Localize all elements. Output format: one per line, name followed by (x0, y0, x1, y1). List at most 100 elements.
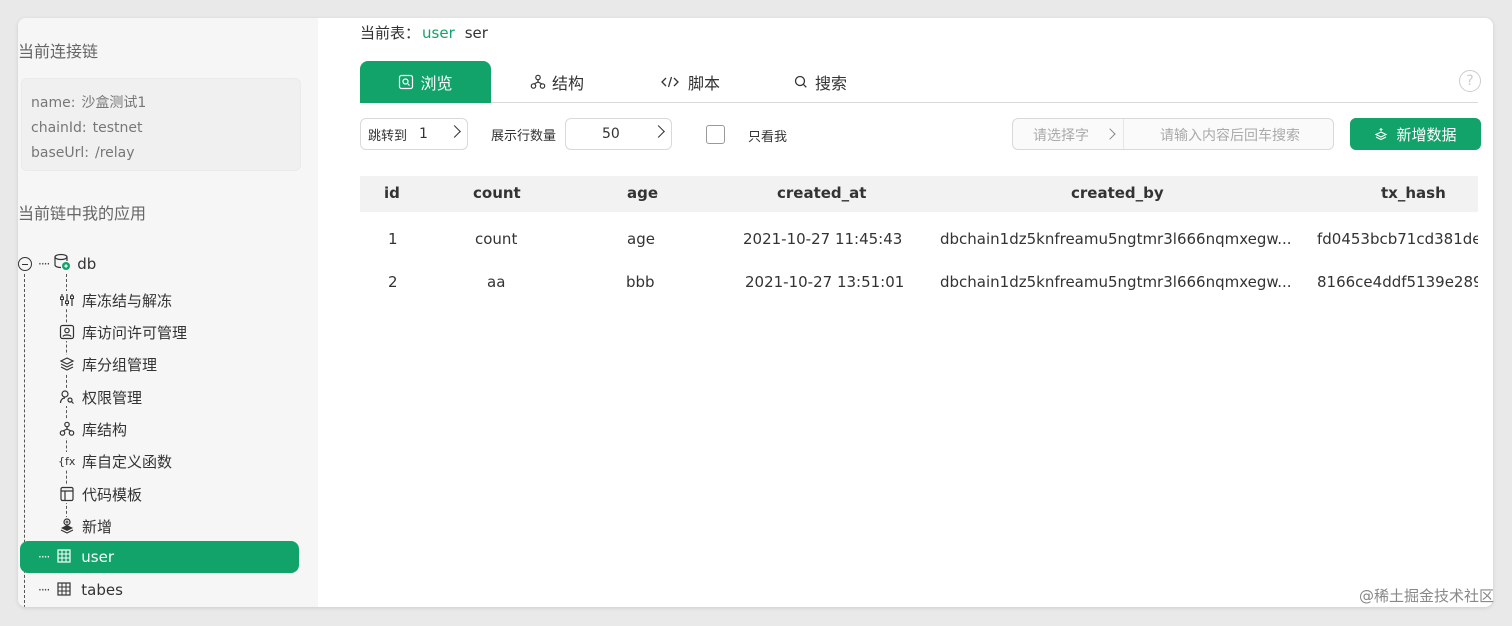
add-data-icon (1374, 127, 1388, 141)
svg-text:{fx}: {fx} (58, 455, 76, 468)
connection-label: 当前连接链 (18, 42, 99, 61)
template-icon (58, 485, 76, 503)
conn-baseurl: baseUrl:/relay (31, 145, 135, 161)
tree-node-db[interactable]: ···· db (18, 253, 97, 275)
table-cell: dbchain1dz5knfreamu5ngtmr3l666nqmxegw... (940, 230, 1292, 248)
table-icon (57, 549, 73, 565)
table-cell: age (627, 230, 655, 248)
column-header[interactable]: count (473, 184, 521, 202)
app-window: 当前连接链 name: 沙盒测试1 chainId: testnet baseUrl… (18, 18, 1493, 607)
search-group: 请选择字 请输入内容后回车搜索 (1012, 118, 1334, 150)
menu-label: 代码模板 (82, 485, 143, 504)
menu-add[interactable]: 新增 (58, 514, 112, 538)
column-header[interactable]: age (627, 184, 658, 202)
table-cell: dbchain1dz5knfreamu5ngtmr3l666nqmxegw... (940, 273, 1292, 291)
menu-label: 库访问许可管理 (82, 323, 188, 342)
jump-label: 跳转到 (368, 128, 408, 144)
current-table-extra: ser (464, 24, 488, 42)
chevron-right-icon[interactable] (1104, 128, 1116, 140)
layers-icon (58, 355, 76, 373)
data-table: id count age created_at created_by tx_ha… (360, 176, 1478, 296)
menu-label: 库分组管理 (82, 355, 158, 374)
menu-db-structure[interactable]: 库结构 (58, 417, 127, 441)
table-item-label: user (81, 548, 114, 566)
menu-label: 新增 (82, 517, 113, 536)
menu-db-access[interactable]: 库访问许可管理 (58, 320, 187, 344)
column-header[interactable]: created_at (777, 184, 866, 202)
tree-dots: ···· (38, 257, 50, 271)
column-header[interactable]: tx_hash (1381, 184, 1446, 202)
table-row[interactable]: 2 aa bbb 2021-10-27 13:51:01 dbchain1dz5… (360, 262, 1478, 296)
tree-dots: ···· (38, 550, 50, 564)
search-icon (793, 74, 809, 90)
user-key-icon (58, 388, 76, 406)
conn-chainid: chainId: testnet (31, 120, 143, 136)
divider (1123, 119, 1124, 149)
rows-label: 展示行数量 (491, 129, 557, 144)
menu-code-template[interactable]: 代码模板 (58, 482, 142, 506)
table-cell: bbb (626, 273, 655, 291)
structure-icon (530, 74, 546, 90)
browse-icon (398, 74, 414, 90)
chevron-right-icon[interactable] (448, 125, 461, 138)
table-item-user[interactable]: ···· user (20, 541, 299, 573)
menu-db-functions[interactable]: {fx} 库自定义函数 (58, 449, 172, 473)
tree-dots: ···· (38, 583, 50, 597)
current-table-label: 当前表： (360, 24, 421, 42)
menu-label: 权限管理 (82, 388, 143, 407)
table-cell: 2021-10-27 11:45:43 (743, 230, 903, 248)
conn-name: name: 沙盒测试1 (31, 95, 147, 111)
menu-label: 库冻结与解冻 (82, 291, 173, 310)
collapse-icon[interactable] (18, 257, 32, 271)
watermark: @稀土掘金技术社区 (1358, 587, 1494, 605)
only-me-label: 只看我 (748, 130, 788, 145)
column-header[interactable]: created_by (1071, 184, 1164, 202)
tab-search[interactable]: 搜索 (793, 61, 847, 103)
field-select[interactable]: 请选择字 (1033, 125, 1089, 145)
only-me-checkbox[interactable] (706, 125, 725, 144)
tab-script[interactable]: 脚本 (660, 61, 720, 103)
apps-label: 当前链中我的应用 (18, 204, 147, 223)
rows-per-page-input[interactable]: 50 (565, 118, 672, 150)
add-data-button[interactable]: 新增数据 (1350, 118, 1481, 150)
menu-db-group[interactable]: 库分组管理 (58, 352, 157, 376)
function-icon: {fx} (58, 452, 76, 470)
database-icon (53, 253, 71, 275)
column-header[interactable]: id (384, 184, 400, 202)
table-header: id count age created_at created_by tx_ha… (360, 176, 1478, 212)
table-item-label: tabes (81, 581, 123, 599)
page-jump[interactable]: 跳转到 1 (360, 118, 468, 150)
add-layer-icon (58, 517, 76, 535)
jump-value[interactable]: 1 (419, 126, 428, 142)
table-cell: aa (487, 273, 506, 291)
table-cell: 2021-10-27 13:51:01 (745, 273, 905, 291)
table-item-tabes[interactable]: ···· tabes (20, 574, 299, 606)
main-content: 当前表： user ser 浏览 结构 脚本 搜索 ? 跳转到 1 展示行数量 … (318, 18, 1493, 607)
toolbar: 跳转到 1 展示行数量 50 只看我 请选择字 请输入内容后回车搜索 新增数据 (360, 118, 1481, 150)
menu-label: 库结构 (82, 420, 128, 439)
table-cell: count (475, 230, 518, 248)
table-row[interactable]: 1 count age 2021-10-27 11:45:43 dbchain1… (360, 219, 1478, 261)
table-cell: 2 (388, 273, 398, 291)
tab-bar: 浏览 结构 脚本 搜索 (360, 61, 1478, 103)
menu-label: 库自定义函数 (82, 452, 173, 471)
help-icon[interactable]: ? (1459, 70, 1481, 92)
search-input[interactable]: 请输入内容后回车搜索 (1160, 125, 1300, 145)
tab-structure[interactable]: 结构 (530, 61, 584, 103)
sliders-icon (58, 291, 76, 309)
current-table-name[interactable]: user (422, 24, 455, 42)
sidebar: 当前连接链 name: 沙盒测试1 chainId: testnet baseUrl… (18, 18, 318, 607)
chevron-right-icon[interactable] (652, 125, 665, 138)
menu-permission[interactable]: 权限管理 (58, 385, 142, 409)
user-badge-icon (58, 323, 76, 341)
db-label: db (77, 255, 97, 273)
table-cell: 1 (388, 230, 398, 248)
menu-db-freeze[interactable]: 库冻结与解冻 (58, 288, 172, 312)
table-cell: fd0453bcb71cd381de (1317, 230, 1478, 248)
connection-info-box: name: 沙盒测试1 chainId: testnet baseUrl:/rela… (21, 78, 301, 171)
code-icon (660, 74, 682, 90)
tab-browse[interactable]: 浏览 (360, 61, 491, 103)
hierarchy-icon (58, 420, 76, 438)
table-icon (57, 582, 73, 598)
table-cell: 8166ce4ddf5139e289 (1317, 273, 1478, 291)
